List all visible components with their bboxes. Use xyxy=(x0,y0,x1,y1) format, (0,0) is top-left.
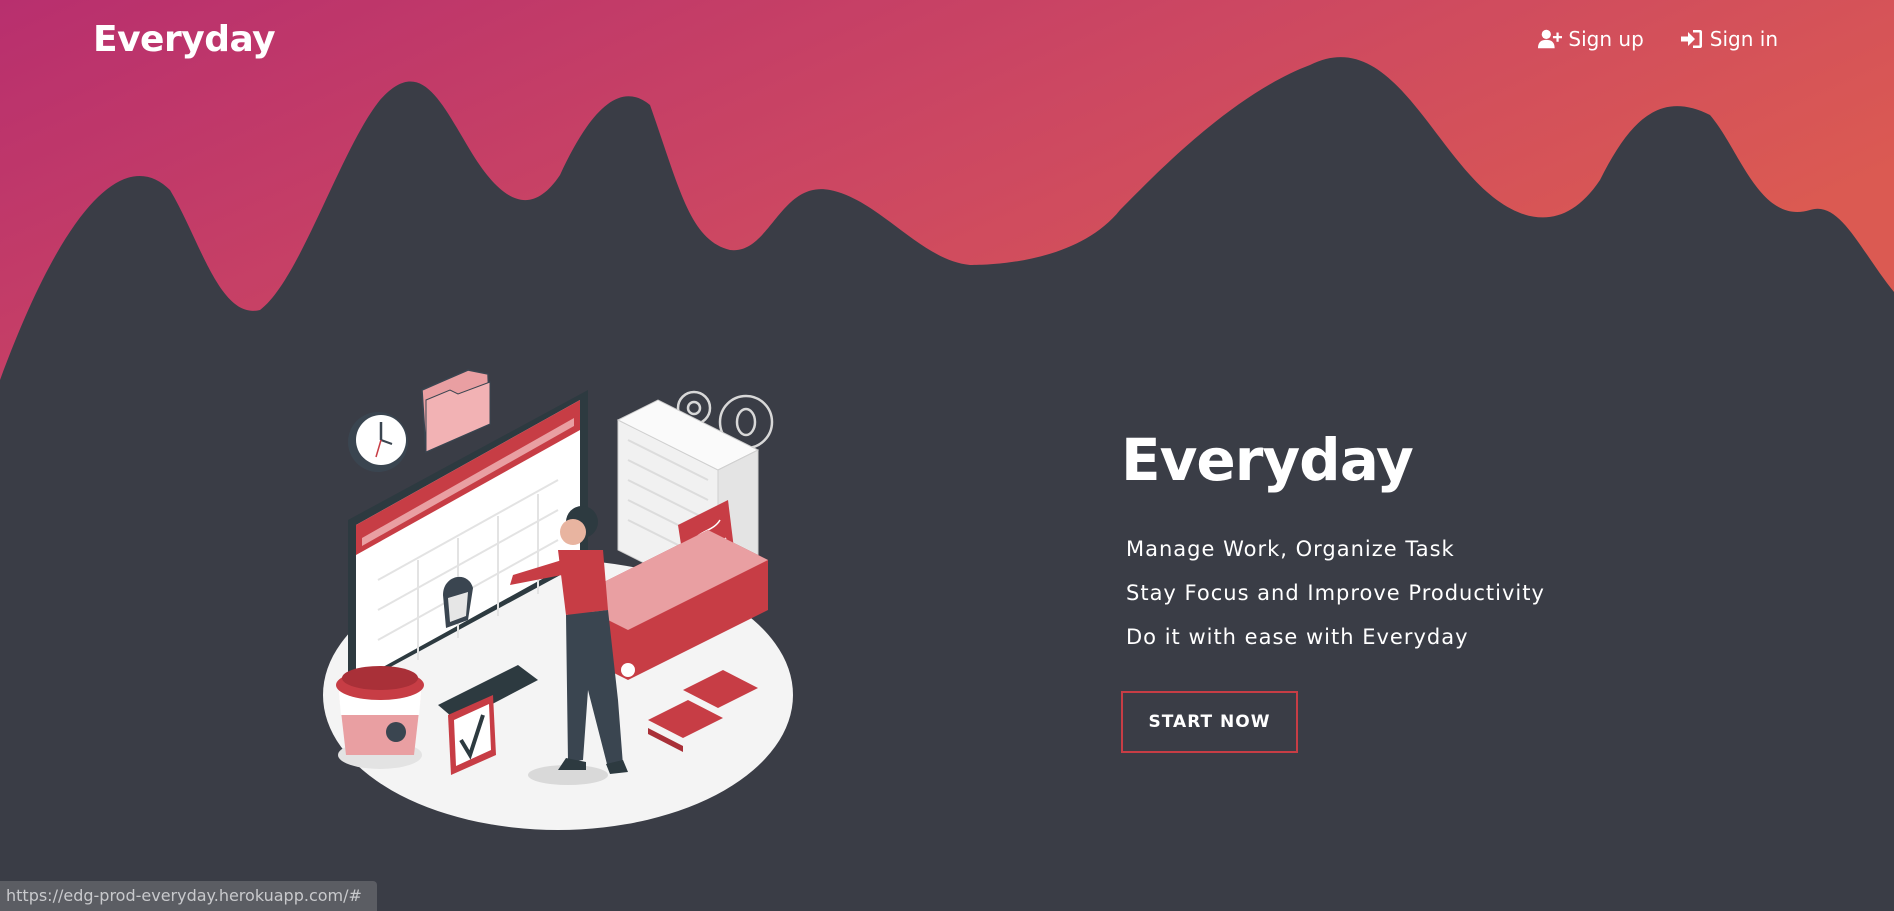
signin-label: Sign in xyxy=(1709,27,1778,51)
tagline: Stay Focus and Improve Productivity xyxy=(1126,581,1545,605)
signin-link[interactable]: Sign in xyxy=(1680,22,1778,56)
hero-title: Everyday xyxy=(1121,426,1414,494)
tagline: Do it with ease with Everyday xyxy=(1126,625,1469,649)
hero-wave-background xyxy=(0,0,1894,911)
hero-taglines: Manage Work, Organize Task Stay Focus an… xyxy=(1126,534,1545,666)
top-nav: Sign up Sign in xyxy=(1538,22,1778,56)
folder-icon xyxy=(421,369,491,454)
clock-icon xyxy=(348,412,408,472)
productivity-illustration xyxy=(323,369,793,830)
status-bar-url: https://edg-prod-everyday.herokuapp.com/… xyxy=(0,881,377,911)
brand-logo[interactable]: Everyday xyxy=(93,16,276,64)
start-now-button[interactable]: START NOW xyxy=(1121,691,1298,753)
tagline: Manage Work, Organize Task xyxy=(1126,537,1455,561)
sign-in-icon xyxy=(1680,30,1702,48)
signup-link[interactable]: Sign up xyxy=(1538,22,1644,56)
user-plus-icon xyxy=(1538,29,1563,49)
signup-label: Sign up xyxy=(1568,27,1644,51)
coffee-cup-icon xyxy=(336,666,424,769)
